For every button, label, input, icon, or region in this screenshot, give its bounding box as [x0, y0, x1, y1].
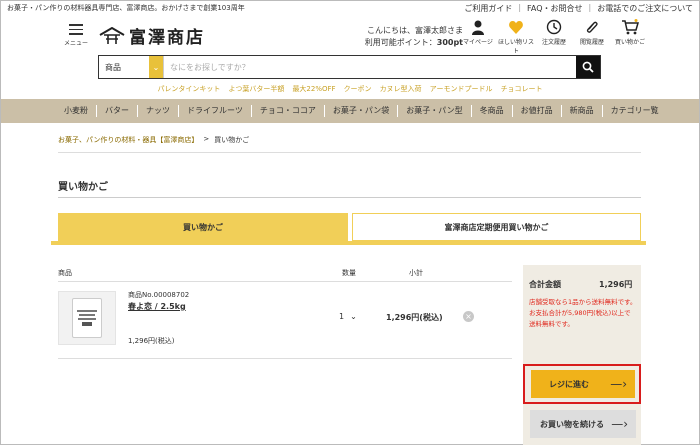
- page-title: 買い物かご: [58, 182, 108, 193]
- search-button[interactable]: [576, 56, 600, 78]
- guide-link[interactable]: ご利用ガイド: [464, 3, 512, 14]
- total-value: 1,296円: [599, 280, 633, 289]
- user-greeting: こんにちは、富澤太郎さま 利用可能ポイント：300pt: [353, 25, 463, 49]
- promo-link[interactable]: アーモンドプードル: [430, 84, 493, 94]
- order-history-button[interactable]: 注文履歴: [535, 19, 573, 55]
- breadcrumb-home[interactable]: お菓子、パン作りの材料・器具【富澤商店】: [58, 135, 198, 145]
- category-item[interactable]: お菓子・パン袋: [325, 105, 399, 117]
- category-item[interactable]: カテゴリー覧: [603, 105, 667, 117]
- separator: |: [588, 2, 592, 12]
- mypage-button[interactable]: マイページ: [459, 19, 497, 55]
- flour-bag-icon: [72, 298, 102, 338]
- search-icon: [582, 61, 594, 73]
- divider: [58, 152, 641, 153]
- order-history-label: 注文履歴: [541, 39, 566, 46]
- product-image[interactable]: [58, 291, 116, 345]
- browse-history-label: 閲覧履歴: [579, 39, 604, 46]
- shipping-note: 店舗受取なら1品から送料無料です。 お支払合計が5,980円(税込)以上で送料無…: [529, 297, 637, 330]
- continue-label: お買い物を続ける: [540, 419, 604, 429]
- pickup-note: 店舗受取なら1品から送料無料です。: [529, 298, 637, 306]
- category-item[interactable]: チョコ・ココア: [252, 105, 325, 117]
- breadcrumb-separator: >: [203, 135, 210, 143]
- search-bar: 商品 ⌄: [98, 55, 601, 79]
- breadcrumb-current: 買い物かご: [214, 136, 250, 144]
- logo-text: 富澤商店: [129, 28, 205, 48]
- product-name-link[interactable]: 春よ恋 / 2.5kg: [128, 301, 186, 312]
- wishlist-button[interactable]: ほしい物リスト: [497, 19, 535, 55]
- site-header: メニュー 富澤商店 こんにちは、富澤太郎さま 利用可能ポイント：300pt マイ…: [1, 15, 699, 55]
- search-input[interactable]: [164, 56, 576, 78]
- divider: [58, 358, 512, 359]
- search-category-value: 商品: [105, 62, 121, 72]
- tab-underline: [51, 241, 646, 245]
- category-item[interactable]: お菓子・パン型: [398, 105, 472, 117]
- clock-icon: [546, 19, 562, 35]
- total-label: 合計金額: [529, 280, 561, 289]
- category-item[interactable]: ナッツ: [138, 105, 179, 117]
- checkout-button[interactable]: レジに進む —›: [531, 370, 635, 398]
- category-item[interactable]: 新商品: [562, 105, 603, 117]
- column-header-subtotal: 小計: [409, 269, 423, 277]
- category-item[interactable]: 小麦粉: [56, 105, 97, 117]
- arrow-right-icon: —›: [611, 417, 628, 431]
- free-shipping-note: お支払合計が5,980円(税込)以上で送料無料です。: [529, 309, 631, 328]
- person-icon: [472, 20, 484, 35]
- divider: [58, 197, 641, 198]
- promo-link[interactable]: クーポン: [344, 84, 372, 94]
- separator: |: [518, 2, 522, 12]
- quantity-value: 1: [339, 312, 345, 321]
- menu-label: メニュー: [63, 39, 88, 47]
- tagline: お菓子・パン作りの材料器具専門店、富澤商店。おかげさまで創業103周年: [7, 4, 245, 12]
- category-item[interactable]: バター: [97, 105, 138, 117]
- phone-order-link[interactable]: お電話でのご注文について: [597, 3, 693, 14]
- category-item[interactable]: 冬商品: [472, 105, 513, 117]
- points-line: 利用可能ポイント：300pt: [353, 37, 463, 49]
- browse-history-button[interactable]: 閲覧履歴: [573, 19, 611, 55]
- hamburger-icon: [69, 24, 83, 35]
- product-number: 商品No.00008702: [128, 291, 190, 299]
- mypage-label: マイページ: [463, 39, 493, 46]
- top-links: ご利用ガイド | FAQ・お問合せ | お電話でのご注文について: [464, 3, 693, 14]
- heart-icon: [509, 21, 523, 34]
- checkout-label: レジに進む: [549, 379, 589, 389]
- promo-link[interactable]: カヌレ型入荷: [380, 84, 422, 94]
- paperclip-icon: [586, 21, 598, 33]
- chevron-down-icon: ⌄: [149, 56, 163, 78]
- category-item[interactable]: ドライフルーツ: [179, 105, 252, 117]
- wishlist-label: ほしい物リスト: [497, 39, 534, 55]
- tab-subscription-cart[interactable]: 富澤商店定期便用買い物かご: [352, 213, 641, 241]
- quantity-select[interactable]: 1 ⌄: [339, 312, 357, 321]
- roof-logo-icon: [99, 26, 125, 44]
- tab-cart[interactable]: 買い物かご: [58, 213, 348, 241]
- cart-icon: [622, 19, 639, 35]
- product-unit-price: 1,296円(税込): [128, 337, 175, 345]
- remove-item-button[interactable]: ×: [463, 311, 474, 322]
- continue-shopping-button[interactable]: お買い物を続ける —›: [530, 410, 636, 438]
- points-label: 利用可能ポイント：: [364, 38, 437, 47]
- breadcrumb: お菓子、パン作りの材料・器具【富澤商店】 > 買い物かご: [58, 135, 249, 145]
- cart-label: 買い物かご: [614, 39, 645, 46]
- arrow-right-icon: —›: [610, 377, 627, 391]
- category-item[interactable]: お値打品: [513, 105, 562, 117]
- cart-button[interactable]: 買い物かご: [611, 19, 649, 55]
- faq-link[interactable]: FAQ・お問合せ: [527, 3, 583, 14]
- site-logo[interactable]: 富澤商店: [99, 23, 205, 48]
- column-header-qty: 数量: [342, 269, 356, 277]
- greeting-text: こんにちは、富澤太郎さま: [367, 26, 463, 35]
- promo-link[interactable]: よつ葉バター半額: [228, 84, 284, 94]
- search-category-select[interactable]: 商品 ⌄: [99, 56, 164, 78]
- promo-link[interactable]: チョコレート: [501, 84, 543, 94]
- chevron-down-icon: ⌄: [350, 312, 357, 321]
- menu-button[interactable]: メニュー: [61, 21, 91, 47]
- top-strip: お菓子・パン作りの材料器具専門店、富澤商店。おかげさまで創業103周年 ご利用ガ…: [1, 1, 699, 15]
- row-subtotal: 1,296円(税込): [386, 313, 443, 322]
- divider: [58, 281, 512, 282]
- promo-links: パレンタインキット よつ葉バター半額 最大22%OFF クーポン カヌレ型入荷 …: [1, 84, 699, 94]
- category-nav: 小麦粉 バター ナッツ ドライフルーツ チョコ・ココア お菓子・パン袋 お菓子・…: [1, 99, 699, 123]
- promo-link[interactable]: 最大22%OFF: [292, 84, 335, 94]
- header-icons: マイページ ほしい物リスト 注文履歴 閲覧履歴 買い物かご: [459, 19, 649, 55]
- promo-link[interactable]: パレンタインキット: [157, 84, 220, 94]
- column-header-product: 商品: [58, 269, 72, 277]
- close-icon: ×: [465, 312, 472, 321]
